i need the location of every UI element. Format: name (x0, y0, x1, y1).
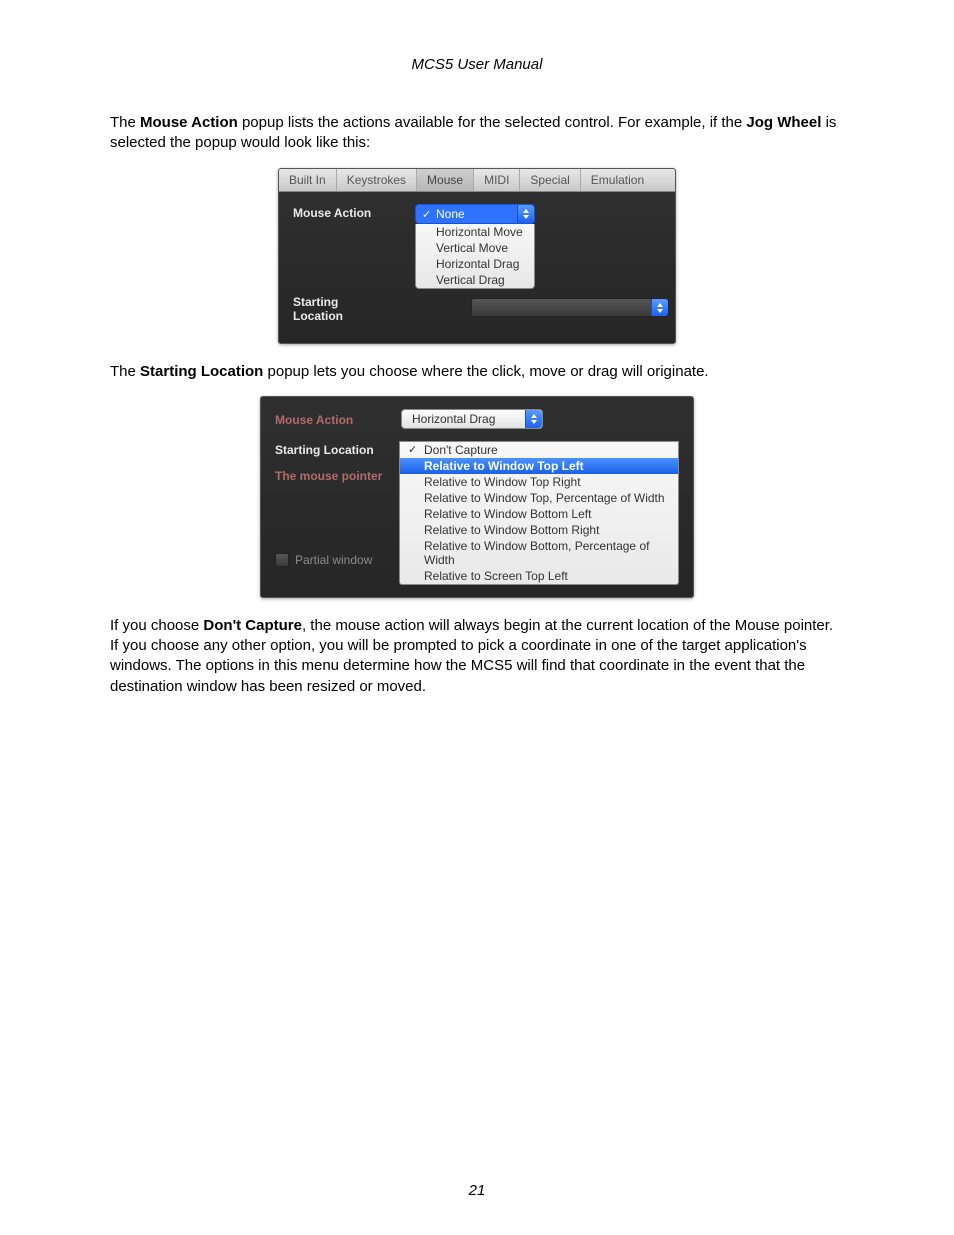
option-rel-window-top-right[interactable]: Relative to Window Top Right (400, 474, 678, 490)
screenshot-starting-location-popup: Mouse Action Horizontal Drag Starting Lo… (260, 396, 694, 598)
mouse-action-dropdown: Horizontal Move Vertical Move Horizontal… (415, 224, 535, 289)
option-rel-window-bottom-pct[interactable]: Relative to Window Bottom, Percentage of… (400, 538, 678, 568)
stepper-icon (651, 299, 668, 316)
option-horizontal-move[interactable]: Horizontal Move (416, 224, 534, 240)
partial-window-checkbox[interactable] (275, 553, 289, 567)
label-starting-location: Starting Location (293, 293, 343, 323)
paragraph-3: If you choose Don't Capture, the mouse a… (110, 616, 844, 697)
tab-emulation[interactable]: Emulation (581, 169, 654, 191)
stepper-icon (517, 205, 534, 223)
check-icon: ✓ (422, 206, 431, 224)
tab-midi[interactable]: MIDI (474, 169, 520, 191)
starting-location-select[interactable] (471, 298, 669, 317)
screenshot-mouse-action-popup: Built In Keystrokes Mouse MIDI Special E… (278, 168, 676, 344)
option-rel-window-top-left[interactable]: Relative to Window Top Left (400, 458, 678, 474)
doc-title: MCS5 User Manual (110, 56, 844, 73)
text: If you choose (110, 617, 203, 634)
tab-special[interactable]: Special (520, 169, 580, 191)
paragraph-2: The Starting Location popup lets you cho… (110, 362, 844, 382)
paragraph-1: The Mouse Action popup lists the actions… (110, 113, 844, 154)
option-rel-window-top-pct[interactable]: Relative to Window Top, Percentage of Wi… (400, 490, 678, 506)
label-mouse-pointer: The mouse pointer (275, 467, 401, 483)
option-rel-screen-top-left[interactable]: Relative to Screen Top Left (400, 568, 678, 584)
text: popup lists the actions available for th… (238, 114, 747, 131)
tab-keystrokes[interactable]: Keystrokes (337, 169, 417, 191)
text: The (110, 363, 140, 380)
option-rel-window-bottom-left[interactable]: Relative to Window Bottom Left (400, 506, 678, 522)
bold-dont-capture: Don't Capture (203, 617, 302, 634)
text: The (110, 114, 140, 131)
mouse-action-select[interactable]: ✓ None Horizontal Move Vertical Move Hor… (415, 204, 535, 289)
option-dont-capture[interactable]: Don't Capture (400, 442, 678, 458)
stepper-icon (525, 410, 542, 428)
selected-value: None (436, 207, 465, 221)
option-rel-window-bottom-right[interactable]: Relative to Window Bottom Right (400, 522, 678, 538)
bold-jog-wheel: Jog Wheel (746, 114, 821, 131)
mouse-action-select[interactable]: Horizontal Drag (401, 409, 543, 429)
option-horizontal-drag[interactable]: Horizontal Drag (416, 256, 534, 272)
page-number: 21 (0, 1182, 954, 1199)
option-vertical-drag[interactable]: Vertical Drag (416, 272, 534, 288)
label-mouse-action: Mouse Action (275, 411, 401, 427)
bold-mouse-action: Mouse Action (140, 114, 238, 131)
label-starting-location: Starting Location (275, 441, 401, 457)
label-mouse-action: Mouse Action (293, 204, 415, 220)
label-partial-window: Partial window (295, 553, 372, 567)
partial-window-row: Partial window (275, 553, 401, 567)
text: popup lets you choose where the click, m… (263, 363, 708, 380)
tab-builtin[interactable]: Built In (279, 169, 337, 191)
option-vertical-move[interactable]: Vertical Move (416, 240, 534, 256)
selected-value: Horizontal Drag (412, 412, 495, 426)
tab-bar: Built In Keystrokes Mouse MIDI Special E… (279, 169, 675, 192)
tab-mouse[interactable]: Mouse (417, 169, 474, 191)
bold-starting-location: Starting Location (140, 363, 263, 380)
starting-location-dropdown: Don't Capture Relative to Window Top Lef… (399, 441, 679, 585)
